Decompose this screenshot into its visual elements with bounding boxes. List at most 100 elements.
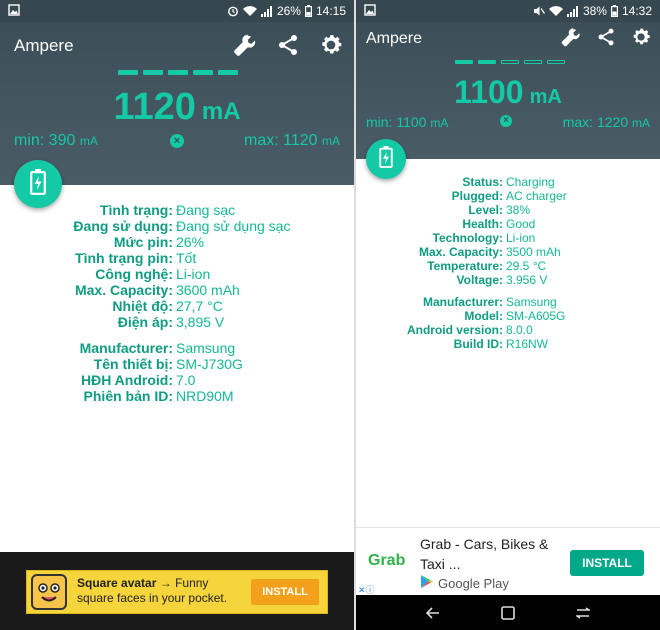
ad-area: Grab Grab - Cars, Bikes & Taxi ... Googl… — [356, 527, 660, 595]
alarm-icon — [227, 5, 239, 17]
google-play-badge: Google Play — [420, 574, 509, 592]
info-value: Li-ion — [176, 266, 211, 282]
info-label: Health: — [462, 217, 503, 231]
min-reading: min: 1100 mA — [366, 114, 448, 130]
home-icon[interactable] — [501, 605, 515, 620]
info-label: Status: — [462, 175, 503, 189]
info-label: Mức pin: — [113, 234, 173, 250]
info-label: Công nghệ: — [95, 266, 173, 282]
info-value: R16NW — [506, 337, 549, 351]
info-row: Nhiệt độ: 27,7 °C — [0, 298, 354, 314]
info-value: NRD90M — [176, 388, 234, 404]
ad-avatar-image — [31, 574, 67, 610]
info-row: Health: Good — [356, 217, 660, 231]
left-screen: 26% 14:15 Ampere 1120 mA min: 390 mA max… — [0, 0, 354, 630]
info-row: Tình trạng pin: Tốt — [0, 250, 354, 266]
level-dash — [524, 60, 542, 64]
info-row: Max. Capacity: 3600 mAh — [0, 282, 354, 298]
reset-close-icon[interactable]: × — [500, 115, 512, 127]
grab-logo: Grab — [368, 552, 406, 569]
battery-icon — [304, 5, 312, 17]
info-label: Đang sử dụng: — [73, 218, 173, 234]
reset-close-icon[interactable]: × — [170, 134, 184, 148]
info-value: 27,7 °C — [176, 298, 223, 314]
info-value: 8.0.0 — [506, 323, 533, 337]
current-value: 1120 — [113, 86, 196, 128]
gear-icon[interactable] — [630, 26, 652, 48]
info-label: Max. Capacity: — [418, 245, 503, 259]
info-row: Manufacturer: Samsung — [0, 340, 354, 356]
info-value: Charging — [506, 175, 555, 189]
recents-icon[interactable] — [575, 606, 590, 619]
app-title: Ampere — [366, 30, 423, 47]
level-dash — [478, 60, 496, 64]
info-value: 38% — [506, 203, 531, 217]
info-value: Samsung — [176, 340, 236, 356]
ad-title[interactable]: Grab - Cars, Bikes & Taxi ... — [420, 534, 570, 574]
info-value: Li-ion — [506, 231, 536, 245]
share-icon[interactable] — [596, 26, 616, 48]
ad-install-button[interactable]: INSTALL — [251, 579, 319, 605]
min-unit: mA — [430, 116, 449, 130]
app-title: Ampere — [14, 36, 74, 55]
battery-fab[interactable] — [14, 160, 62, 208]
ad-title: Square avatar — [77, 576, 157, 590]
info-row: Phiên bản ID: NRD90M — [0, 388, 354, 404]
wifi-icon — [548, 5, 563, 17]
info-row: Android version: 8.0.0 — [356, 323, 660, 337]
info-row: Plugged: AC charger — [356, 189, 660, 203]
info-label: Technology: — [432, 231, 503, 245]
google-play-icon — [420, 574, 434, 592]
info-label: Điện áp: — [117, 314, 173, 330]
max-reading: max: 1120 mA — [244, 132, 340, 150]
level-dash — [193, 70, 213, 75]
signal-icon — [260, 5, 273, 17]
info-row: Build ID: R16NW — [356, 337, 660, 351]
level-dash — [547, 60, 565, 64]
info-row: Công nghệ: Li-ion — [0, 266, 354, 282]
battery-charging-icon — [30, 168, 46, 200]
info-label: HĐH Android: — [80, 372, 173, 388]
ad-banner[interactable]: Square avatar → Funny square faces in yo… — [26, 570, 328, 614]
clock: 14:32 — [621, 4, 652, 18]
ad-text: Square avatar → Funny square faces in yo… — [77, 576, 247, 606]
max-value: max: 1120 — [244, 132, 318, 149]
info-value: SM-J730G — [176, 356, 243, 372]
info-value: Samsung — [506, 295, 557, 309]
info-label: Plugged: — [451, 189, 503, 203]
info-label: Android version: — [406, 323, 503, 337]
wrench-icon[interactable] — [232, 32, 258, 58]
back-icon[interactable] — [426, 606, 440, 619]
level-dash — [501, 60, 519, 64]
wrench-icon[interactable] — [560, 26, 582, 48]
ad-install-button[interactable]: INSTALL — [570, 550, 644, 576]
info-label: Build ID: — [453, 337, 503, 351]
max-unit: mA — [632, 116, 650, 130]
signal-icon — [566, 5, 579, 17]
info-label: Nhiệt độ: — [112, 298, 173, 314]
level-dash — [118, 70, 138, 75]
info-value: 3500 mAh — [506, 245, 561, 259]
clock: 14:15 — [315, 4, 346, 18]
info-row: Đang sử dụng: Đang sử dụng sạc — [0, 218, 354, 234]
navigation-bar — [356, 595, 660, 630]
battery-info-list: Status: Charging Plugged: AC charger Level: 3… — [356, 175, 660, 351]
info-value: 29.5 °C — [506, 259, 547, 273]
info-row: Manufacturer: Samsung — [356, 295, 660, 309]
level-dash — [143, 70, 163, 75]
info-label: Level: — [468, 203, 503, 217]
current-header: Ampere 1120mA min: 390 mA max: 1120 mA — [0, 22, 354, 185]
gear-icon[interactable] — [318, 32, 344, 58]
info-value: 26% — [176, 234, 205, 250]
battery-info-list: Tình trạng: Đang sạc Đang sử dụng: Đang sử … — [0, 202, 354, 404]
status-bar: 38% 14:32 — [356, 0, 660, 22]
battery-fab[interactable] — [366, 139, 406, 179]
info-value: AC charger — [506, 189, 567, 203]
info-value: 3,895 V — [176, 314, 225, 330]
info-row: Mức pin: 26% — [0, 234, 354, 250]
info-row: Level: 38% — [356, 203, 660, 217]
info-label: Voltage: — [456, 273, 503, 287]
info-row: Tình trạng: Đang sạc — [0, 202, 354, 218]
share-icon[interactable] — [276, 32, 300, 58]
current-reading: 1120 mA — [0, 86, 354, 129]
